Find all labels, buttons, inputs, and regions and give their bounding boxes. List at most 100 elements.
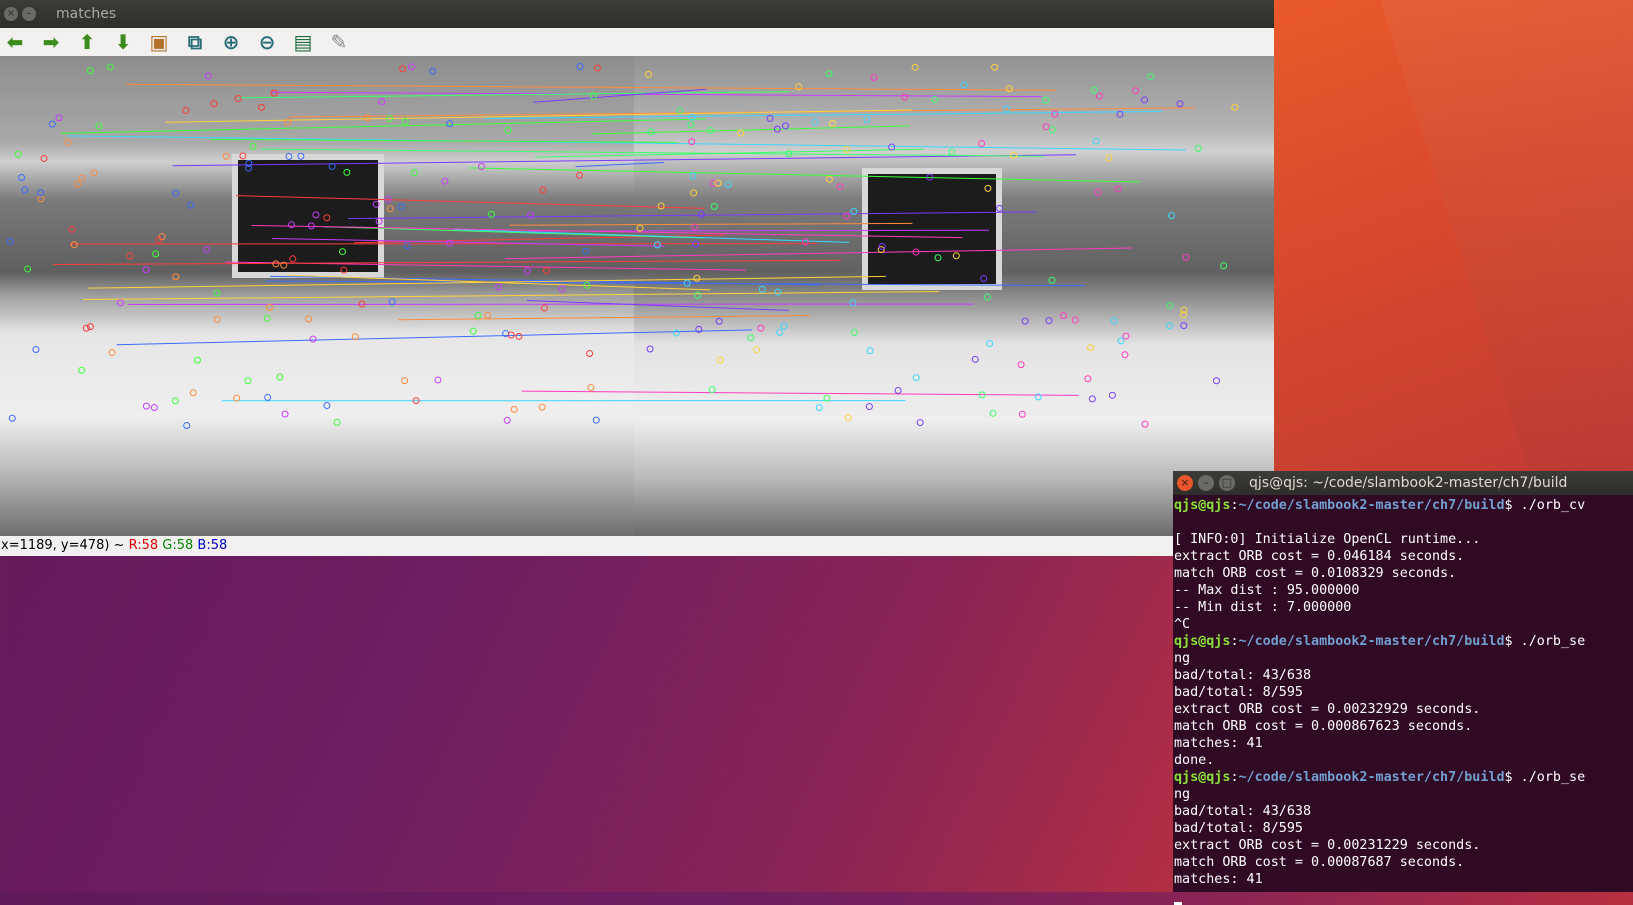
keypoint-circle (402, 378, 408, 384)
keypoint-circle (282, 411, 288, 417)
keypoint-circle (654, 242, 660, 248)
green-value: G:58 (162, 538, 193, 553)
prompt-command: $ ./orb_se (1505, 770, 1586, 785)
keypoint-circle (265, 394, 271, 400)
cursor-coords: x=1189, y=478) ~ (1, 538, 129, 553)
terminal-output-line: bad/total: 43/638 (1174, 667, 1633, 684)
keypoint-circle (398, 204, 404, 210)
matches-image[interactable] (0, 56, 1274, 536)
terminal-output-line: bad/total: 8/595 (1174, 684, 1633, 701)
keypoint-circle (1006, 86, 1012, 92)
keypoint-circle (1133, 88, 1139, 94)
keypoint-circle (658, 203, 664, 209)
prompt-user: qjs@qjs (1174, 498, 1230, 513)
keypoint-circle (153, 251, 159, 257)
keypoint-circle (688, 122, 694, 128)
terminal-prompt-line: qjs@qjs:~/code/slambook2-master/ch7/buil… (1174, 497, 1633, 514)
arrow-down-icon[interactable]: ⬇ (110, 30, 136, 54)
keypoint-circle (1095, 189, 1101, 195)
keypoint-circle (190, 390, 196, 396)
keypoint-circle (1177, 101, 1183, 107)
prompt-path: ~/code/slambook2-master/ch7/build (1239, 498, 1505, 513)
match-line (83, 292, 939, 300)
keypoint-circle (235, 96, 241, 102)
match-line (61, 119, 706, 133)
keypoint-circle (38, 190, 44, 196)
keypoint-circle (990, 410, 996, 416)
close-icon[interactable]: × (4, 7, 18, 21)
keypoint-circle (694, 275, 700, 281)
keypoint-circle (19, 175, 25, 181)
terminal-output-line: -- Min dist : 7.000000 (1174, 599, 1633, 616)
keypoint-circle (540, 187, 546, 193)
keypoint-circle (184, 422, 190, 428)
keypoint-circle (69, 226, 75, 232)
red-value: R:58 (129, 538, 159, 553)
keypoint-circle (1049, 277, 1055, 283)
keypoint-circle (402, 118, 408, 124)
image-zoom-icon[interactable]: ⧉ (182, 30, 208, 54)
keypoint-circle (107, 64, 113, 70)
zoom-in-icon[interactable]: ⊕ (218, 30, 244, 54)
match-line (272, 239, 665, 247)
keypoint-circle (864, 117, 870, 123)
keypoint-circle (541, 305, 547, 311)
keypoint-circle (748, 335, 754, 341)
terminal-window[interactable]: × – □ qjs@qjs: ~/code/slambook2-master/c… (1173, 471, 1633, 892)
keypoint-circle (56, 115, 62, 121)
match-line (126, 84, 1055, 90)
close-icon[interactable]: × (1177, 475, 1193, 491)
zoom-out-icon[interactable]: ⊖ (254, 30, 280, 54)
match-line (527, 301, 789, 311)
keypoint-circle (143, 403, 149, 409)
keypoint-circle (430, 68, 436, 74)
keypoint-circle (290, 256, 296, 262)
terminal-output[interactable]: qjs@qjs:~/code/slambook2-master/ch7/buil… (1173, 495, 1633, 905)
keypoint-circle (408, 64, 414, 70)
minimize-icon[interactable]: – (22, 7, 36, 21)
minimize-icon[interactable]: – (1198, 475, 1214, 491)
keypoint-circle (1195, 145, 1201, 151)
save-icon[interactable]: ▤ (290, 30, 316, 54)
keypoint-circle (324, 403, 330, 409)
terminal-output-line: [ INFO:0] Initialize OpenCL runtime... (1174, 531, 1633, 548)
keypoint-circle (91, 170, 97, 176)
match-line (454, 229, 849, 242)
keypoint-circle (1106, 155, 1112, 161)
match-line (505, 248, 1132, 259)
keypoint-circle (250, 143, 256, 149)
terminal-output-line: extract ORB cost = 0.00232929 seconds. (1174, 701, 1633, 718)
terminal-output-line: match ORB cost = 0.0108329 seconds. (1174, 565, 1633, 582)
terminal-output-line (1174, 514, 1633, 531)
keypoint-circle (329, 163, 335, 169)
keypoint-circle (1096, 93, 1102, 99)
brush-icon[interactable]: ✎ (326, 30, 352, 54)
keypoint-circle (985, 185, 991, 191)
match-line (510, 223, 913, 225)
keypoint-circle (1061, 313, 1067, 319)
keypoint-circle (725, 181, 731, 187)
keypoint-circle (695, 292, 701, 298)
keypoint-circle (25, 266, 31, 272)
keypoint-circle (1213, 378, 1219, 384)
image-viewer-window: × – matches ⬅➡⬆⬇▣⧉⊕⊖▤✎ x=1189, y=478) ~ … (0, 0, 1274, 556)
match-line (165, 110, 912, 122)
keypoint-circle (344, 169, 350, 175)
arrow-up-icon[interactable]: ⬆ (74, 30, 100, 54)
keypoint-circle (87, 68, 93, 74)
keypoint-circle (709, 387, 715, 393)
match-line (533, 89, 706, 102)
keypoint-circle (889, 144, 895, 150)
match-line (576, 162, 664, 166)
keypoint-circle (188, 202, 194, 208)
keypoint-circle (1109, 392, 1115, 398)
keypoint-circle (204, 247, 210, 253)
keypoint-circle (211, 101, 217, 107)
keypoint-circle (485, 312, 491, 318)
image-icon[interactable]: ▣ (146, 30, 172, 54)
arrow-left-icon[interactable]: ⬅ (2, 30, 28, 54)
terminal-output-line: matches: 41 (1174, 871, 1633, 888)
match-line (236, 196, 705, 209)
maximize-icon[interactable]: □ (1219, 475, 1235, 491)
arrow-right-icon[interactable]: ➡ (38, 30, 64, 54)
